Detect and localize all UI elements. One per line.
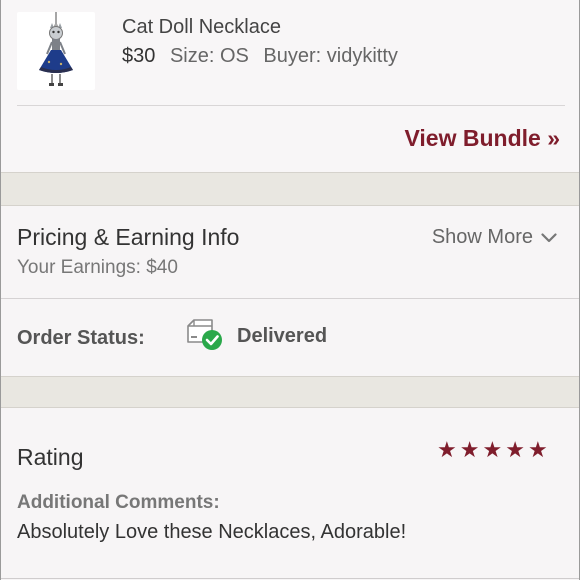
- star-rating: ★ ★ ★ ★ ★: [437, 438, 548, 462]
- item-price: $30: [122, 45, 156, 67]
- rating-title: Rating: [17, 444, 84, 470]
- order-status-value: Delivered: [237, 325, 328, 347]
- section-separator: [1, 172, 579, 206]
- divider: [1, 578, 579, 579]
- star-icon: ★: [527, 437, 548, 462]
- star-icon: ★: [482, 437, 503, 462]
- delivered-box-check-icon: [187, 319, 222, 350]
- item-meta: $30 Size: OS Buyer: vidykitty: [122, 45, 407, 68]
- star-icon: ★: [505, 437, 525, 462]
- order-status-label: Order Status:: [17, 327, 145, 349]
- pricing-title: Pricing & Earning Info: [17, 224, 240, 250]
- order-details-screen: Cat Doll Necklace $30 Size: OS Buyer: vi…: [0, 0, 580, 580]
- item-buyer[interactable]: Buyer: vidykitty: [263, 45, 397, 67]
- item-card: Cat Doll Necklace $30 Size: OS Buyer: vi…: [1, 0, 579, 172]
- item-size: Size: OS: [169, 45, 249, 67]
- item-thumbnail[interactable]: [17, 12, 95, 90]
- star-icon: ★: [459, 437, 480, 462]
- comments-text: Absolutely Love these Necklaces, Adorabl…: [17, 521, 407, 543]
- order-status-section: Order Status: Delivered: [1, 299, 579, 376]
- view-bundle-link[interactable]: View Bundle »: [404, 125, 560, 152]
- cat-doll-image: [39, 12, 73, 86]
- pricing-section: Pricing & Earning Info Your Earnings: $4…: [1, 206, 579, 299]
- comments-label: Additional Comments:: [17, 492, 220, 513]
- show-more-label: Show More: [431, 226, 533, 248]
- rating-section: Rating ★ ★ ★ ★ ★ Additional Comments: Absolu…: [1, 408, 579, 580]
- star-icon: ★: [437, 437, 457, 462]
- section-separator: [1, 376, 579, 408]
- show-more-button[interactable]: Show More: [432, 226, 557, 249]
- divider: [17, 105, 565, 106]
- item-title[interactable]: Cat Doll Necklace: [122, 16, 281, 39]
- earnings-text: Your Earnings: $40: [17, 257, 178, 278]
- chevron-down-icon: [541, 232, 557, 242]
